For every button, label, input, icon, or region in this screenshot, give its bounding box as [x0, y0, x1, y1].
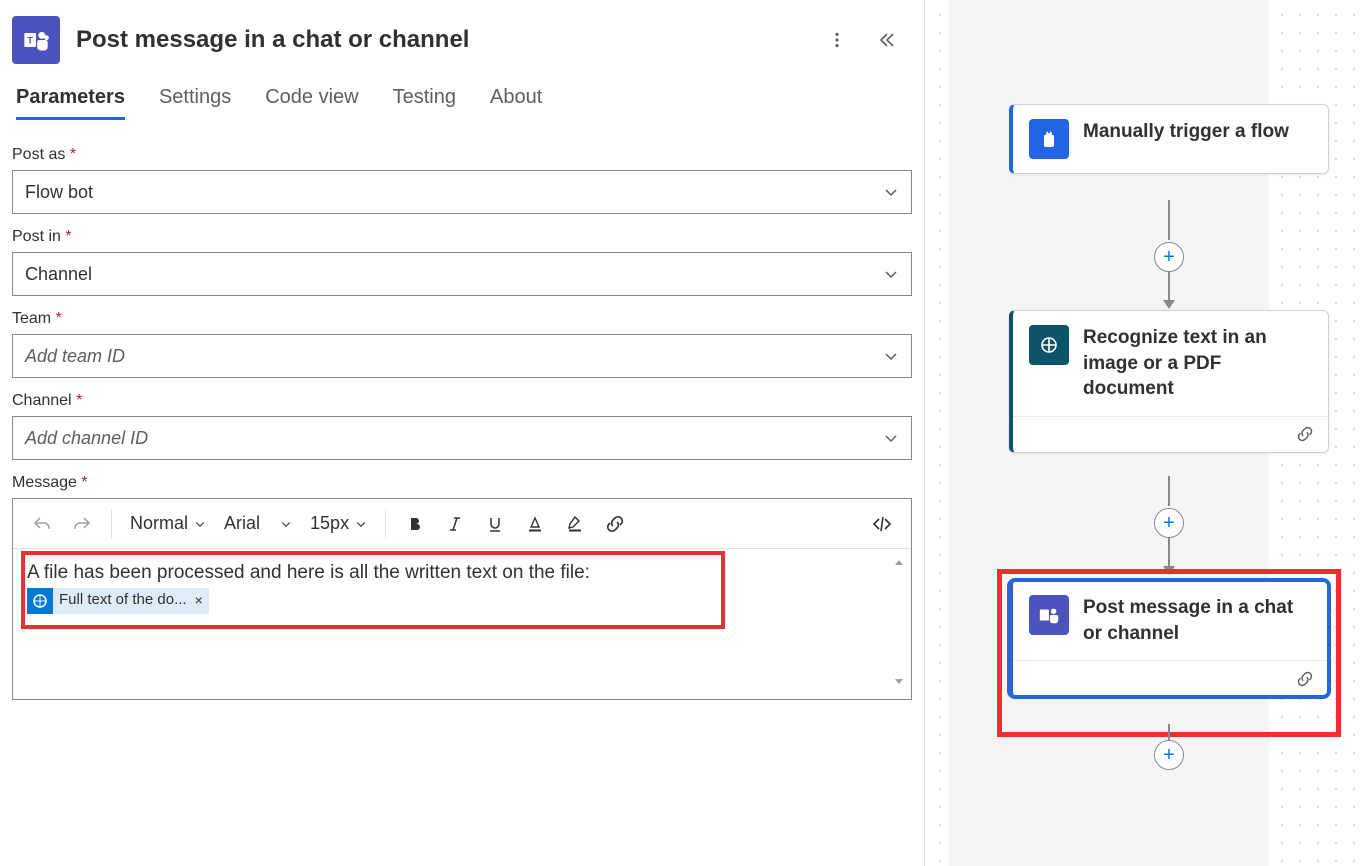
- chevron-down-icon: [883, 184, 899, 200]
- post-in-label: Post in *: [12, 228, 912, 246]
- chevron-down-icon: [883, 266, 899, 282]
- collapse-panel-icon[interactable]: [876, 30, 896, 50]
- trigger-icon: [1029, 119, 1069, 159]
- italic-button[interactable]: [438, 507, 472, 541]
- teams-icon: [1029, 595, 1069, 635]
- font-color-button[interactable]: [518, 507, 552, 541]
- message-textarea[interactable]: A file has been processed and here is al…: [13, 549, 911, 699]
- team-placeholder: Add team ID: [25, 346, 125, 367]
- ai-builder-icon: [27, 588, 53, 614]
- tab-parameters[interactable]: Parameters: [16, 86, 125, 120]
- tab-settings[interactable]: Settings: [159, 86, 231, 120]
- editor-toolbar: Normal Arial 15px: [13, 499, 911, 549]
- post-as-value: Flow bot: [25, 182, 93, 203]
- team-label: Team *: [12, 310, 912, 328]
- highlight-button[interactable]: [558, 507, 592, 541]
- flow-canvas[interactable]: Manually trigger a flow + Recognize text…: [925, 0, 1361, 866]
- channel-label: Channel *: [12, 392, 912, 410]
- message-label: Message *: [12, 474, 912, 492]
- font-family-select[interactable]: Arial: [218, 513, 298, 534]
- tab-testing[interactable]: Testing: [393, 86, 456, 120]
- post-in-select[interactable]: Channel: [12, 252, 912, 296]
- dynamic-content-token[interactable]: Full text of the do... ×: [27, 588, 209, 614]
- tab-code-view[interactable]: Code view: [265, 86, 358, 120]
- flow-card-recognize-text[interactable]: Recognize text in an image or a PDF docu…: [1009, 310, 1329, 453]
- link-button[interactable]: [598, 507, 632, 541]
- post-in-value: Channel: [25, 264, 92, 285]
- link-icon: [1296, 425, 1314, 443]
- underline-button[interactable]: [478, 507, 512, 541]
- svg-text:T: T: [27, 36, 33, 46]
- more-menu-icon[interactable]: [828, 31, 846, 49]
- code-view-button[interactable]: [865, 507, 899, 541]
- add-step-button[interactable]: +: [1154, 508, 1184, 538]
- flow-card-trigger[interactable]: Manually trigger a flow: [1009, 104, 1329, 174]
- team-select[interactable]: Add team ID: [12, 334, 912, 378]
- chevron-down-icon: [883, 430, 899, 446]
- channel-placeholder: Add channel ID: [25, 428, 148, 449]
- add-step-button[interactable]: +: [1154, 242, 1184, 272]
- token-label: Full text of the do...: [59, 589, 187, 612]
- post-as-label: Post as *: [12, 146, 912, 164]
- card-title: Post message in a chat or channel: [1083, 595, 1312, 646]
- panel-title: Post message in a chat or channel: [76, 26, 828, 54]
- message-text: A file has been processed and here is al…: [27, 562, 590, 583]
- link-icon: [1296, 670, 1314, 688]
- card-title: Manually trigger a flow: [1083, 119, 1289, 145]
- action-config-panel: T Post message in a chat or channel Para…: [0, 0, 925, 866]
- scroll-indicator: [893, 557, 905, 687]
- bold-button[interactable]: [398, 507, 432, 541]
- flow-card-post-message[interactable]: Post message in a chat or channel: [1009, 580, 1329, 697]
- add-step-button[interactable]: +: [1154, 740, 1184, 770]
- tab-about[interactable]: About: [490, 86, 542, 120]
- panel-header: T Post message in a chat or channel: [12, 12, 912, 82]
- undo-button[interactable]: [25, 507, 59, 541]
- post-as-select[interactable]: Flow bot: [12, 170, 912, 214]
- channel-select[interactable]: Add channel ID: [12, 416, 912, 460]
- card-title: Recognize text in an image or a PDF docu…: [1083, 325, 1312, 402]
- tab-bar: Parameters Settings Code view Testing Ab…: [12, 82, 912, 120]
- paragraph-style-select[interactable]: Normal: [124, 513, 212, 534]
- font-size-select[interactable]: 15px: [304, 513, 373, 534]
- ai-builder-icon: [1029, 325, 1069, 365]
- token-remove-icon[interactable]: ×: [193, 590, 203, 611]
- message-editor: Normal Arial 15px A file has been proces…: [12, 498, 912, 700]
- teams-icon: T: [12, 16, 60, 64]
- chevron-down-icon: [883, 348, 899, 364]
- redo-button[interactable]: [65, 507, 99, 541]
